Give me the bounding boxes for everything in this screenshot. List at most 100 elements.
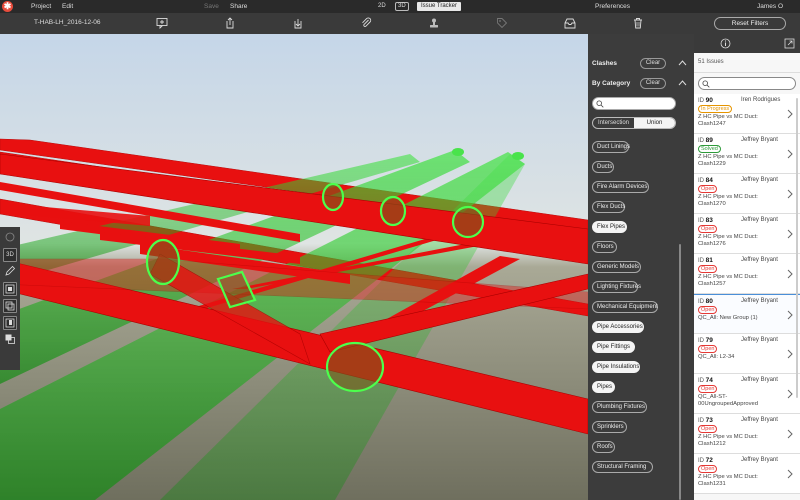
issue-description: Z HC Pipe vs MC Duct: Clash1231 [698,474,758,487]
chevron-right-icon[interactable] [787,469,793,479]
menu-save[interactable]: Save [204,3,219,10]
category-pill[interactable]: Pipes [592,381,615,393]
3d-viewport[interactable]: 3D [0,34,588,500]
user-menu[interactable]: James O [757,3,783,10]
tag-icon[interactable] [496,17,508,29]
menu-project[interactable]: Project [31,3,51,10]
attach-icon[interactable] [360,17,372,29]
chevron-up-icon[interactable] [678,59,687,67]
upload-icon[interactable] [224,17,236,29]
chevron-right-icon[interactable] [787,349,793,359]
trash-icon[interactable] [632,17,644,29]
reset-filters-button[interactable]: Reset Filters [714,17,786,30]
category-pill[interactable]: Floors [592,241,617,253]
document-title: T-HAB-LH_2016-12-06 [34,19,101,26]
category-pill[interactable]: Sprinklers [592,421,627,433]
issue-id: ID 72 [698,457,713,464]
category-pill[interactable]: Lighting Fixtures [592,281,641,293]
issue-assignee: Iren Rodrigues [741,97,781,103]
chevron-right-icon[interactable] [787,189,793,199]
chevron-right-icon[interactable] [787,429,793,439]
inbox-icon[interactable] [564,17,576,29]
issue-assignee: Jeffrey Bryant [741,298,778,304]
category-pill[interactable]: Generic Models [592,261,641,273]
category-pill[interactable]: Duct Linings [592,141,630,153]
category-pill[interactable]: Pipe Accessories [592,321,644,333]
issue-description: QC_All-ST- 00UngroupedApproved [698,394,758,407]
tab-expand[interactable] [779,34,799,53]
category-pill[interactable]: Mechanical Equipment [592,301,658,313]
issue-description: Z HC Pipe vs MC Duct: Clash1257 [698,274,758,287]
category-pill[interactable]: Structural Framing [592,461,653,473]
issue-id: ID 80 [698,298,713,305]
add-comment-icon[interactable] [156,17,168,30]
category-pill[interactable]: Plumbing Fixtures [592,401,647,413]
issue-item[interactable]: ID 90 Iren Rodrigues In Progress Z HC Pipe … [694,94,800,134]
category-pill[interactable]: Flex Pipes [592,221,627,233]
status-badge: Open [698,345,718,353]
category-pill[interactable]: Roofs [592,441,615,453]
union-option[interactable]: Union [634,118,675,128]
status-badge: Open [698,225,718,233]
issue-item[interactable]: ID 84 Jeffrey Bryant Open Z HC Pipe vs MC D… [694,174,800,214]
issue-item[interactable]: ID 81 Jeffrey Bryant Open Z HC Pipe vs MC D… [694,254,800,294]
view-3d-mode-button[interactable]: 3D [3,248,17,262]
category-clear-button[interactable]: Clear [640,78,666,89]
chevron-right-icon[interactable] [787,389,793,399]
clashes-clear-button[interactable]: Clear [640,58,666,69]
category-pill[interactable]: Ducts [592,161,614,173]
category-pill[interactable]: Pipe Fittings [592,341,635,353]
search-icon [702,80,710,88]
chevron-right-icon[interactable] [787,269,793,279]
chevron-right-icon[interactable] [787,310,793,320]
view-3d-button[interactable]: 3D [395,2,409,11]
issue-assignee: Jeffrey Bryant [741,177,778,183]
markup-pen-icon[interactable] [3,265,17,279]
status-badge: Open [698,425,718,433]
layers-icon[interactable] [3,333,17,347]
isolate-icon[interactable] [3,316,17,330]
section-box-icon[interactable] [3,282,17,296]
category-pill[interactable]: Pipe Insulations [592,361,640,373]
issue-item[interactable]: ID 89 Jeffrey Bryant Solved Z HC Pipe vs MC… [694,134,800,174]
chevron-right-icon[interactable] [787,149,793,159]
search-icon [596,100,604,108]
issues-search-input[interactable] [698,77,796,90]
status-badge: Open [698,185,718,193]
section-plane-icon[interactable] [3,299,17,313]
menu-share[interactable]: Share [230,3,247,10]
category-scrollbar[interactable] [679,244,681,500]
issue-item[interactable]: ID 72 Jeffrey Bryant Open Z HC Pipe vs MC D… [694,454,800,494]
model-scene[interactable] [0,34,588,500]
issue-description: QC_All: New Group (1) [698,315,758,321]
issue-id: ID 74 [698,377,713,384]
intersection-option[interactable]: Intersection [593,118,634,128]
menu-edit[interactable]: Edit [62,3,73,10]
issue-tracker-button[interactable]: Issue Tracker [417,2,462,11]
issue-description: Z HC Pipe vs MC Duct: Clash1212 [698,434,758,447]
issue-assignee: Jeffrey Bryant [741,257,778,263]
view-2d-button[interactable]: 2D [376,2,388,11]
menu-preferences[interactable]: Preferences [595,3,630,10]
download-icon[interactable] [292,17,304,29]
issue-item[interactable]: ID 80 Jeffrey Bryant Open QC_All: New Group… [694,294,800,334]
issues-scrollbar[interactable] [796,98,798,398]
issue-id: ID 84 [698,177,713,184]
category-search-input[interactable] [592,97,676,110]
tab-info[interactable] [715,34,735,53]
issue-id: ID 81 [698,257,713,264]
chevron-right-icon[interactable] [787,109,793,119]
app-logo-icon[interactable]: ✱ [2,1,13,12]
issue-item[interactable]: ID 74 Jeffrey Bryant Open QC_All-ST- 00Ungro… [694,374,800,414]
category-pill[interactable]: Flex Ducts [592,201,625,213]
chevron-right-icon[interactable] [787,229,793,239]
issue-item[interactable]: ID 83 Jeffrey Bryant Open Z HC Pipe vs MC D… [694,214,800,254]
issue-item[interactable]: ID 79 Jeffrey Bryant Open QC_All: L2-34 [694,334,800,374]
chevron-up-icon[interactable] [678,79,687,87]
category-pill[interactable]: Fire Alarm Devices [592,181,649,193]
orbit-icon[interactable] [3,231,17,245]
stamp-icon[interactable] [428,17,440,29]
issues-panel: 51 Issues ID 90 Iren Rodrigues In Progress… [694,53,800,500]
issue-item[interactable]: ID 73 Jeffrey Bryant Open Z HC Pipe vs MC D… [694,414,800,454]
status-badge: Open [698,465,718,473]
